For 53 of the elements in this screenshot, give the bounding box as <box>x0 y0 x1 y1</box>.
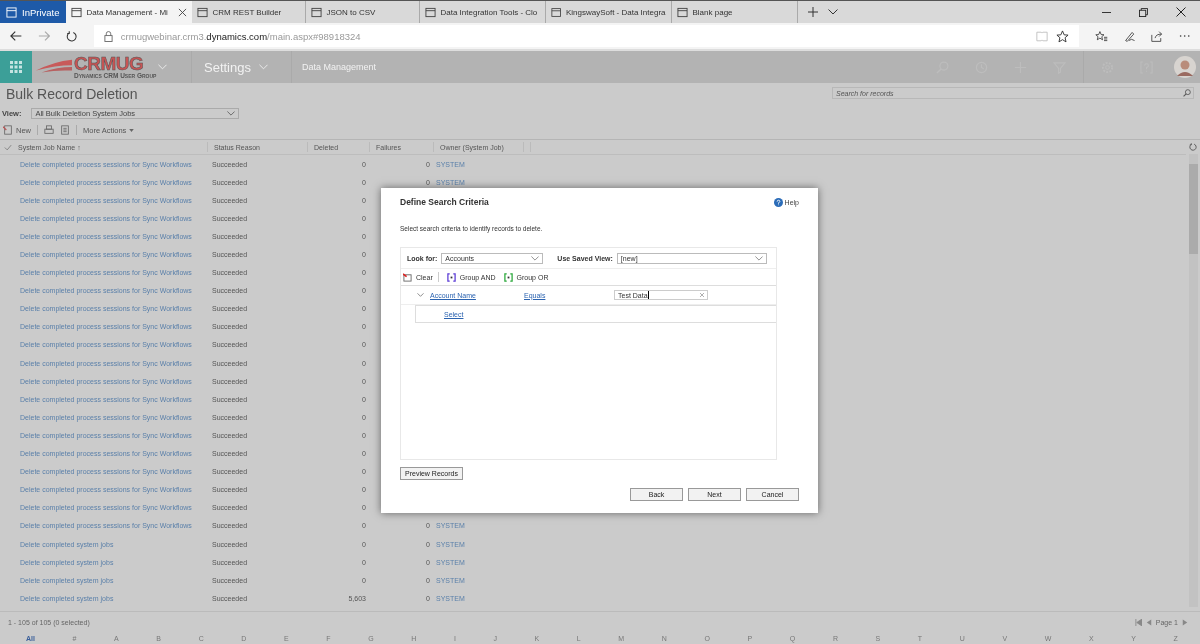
page-icon <box>676 6 688 18</box>
page-title: Bulk Record Deletion <box>6 86 138 102</box>
logo-wordmark: CRMUG <box>74 54 144 74</box>
breadcrumb[interactable]: Data Management <box>292 62 387 72</box>
share-icon[interactable] <box>1151 29 1163 43</box>
chevron-down-icon <box>754 255 763 261</box>
previous-page-icon[interactable] <box>1145 618 1152 626</box>
chevron-down-icon <box>259 64 268 70</box>
bracket-icon <box>503 272 513 282</box>
pen-icon[interactable] <box>1123 29 1136 43</box>
select-all-checkmark-icon[interactable] <box>4 143 12 151</box>
print-icon[interactable] <box>44 125 54 135</box>
chevron-down-icon[interactable] <box>827 9 838 15</box>
new-tab-icon[interactable] <box>807 7 818 17</box>
restore-icon[interactable] <box>1139 7 1148 17</box>
avatar[interactable] <box>1174 56 1196 78</box>
reading-view-icon[interactable] <box>1035 30 1048 42</box>
area-menu[interactable]: Settings <box>192 51 292 83</box>
page-icon <box>70 6 82 18</box>
new-record-icon <box>3 125 13 135</box>
caret-icon <box>129 128 135 132</box>
back-arrow-icon[interactable] <box>10 30 23 42</box>
refresh-icon[interactable] <box>66 29 78 43</box>
bracket-icon <box>446 272 456 282</box>
report-icon[interactable] <box>60 125 70 135</box>
scrollbar[interactable] <box>1188 154 1198 607</box>
star-icon[interactable] <box>1055 29 1069 43</box>
browser-window-icon <box>6 6 17 18</box>
chevron-down-icon <box>531 255 540 261</box>
close-icon[interactable] <box>177 7 187 17</box>
close-icon[interactable] <box>1176 7 1186 17</box>
scrollbar-thumb[interactable] <box>1188 164 1198 254</box>
next-page-icon[interactable] <box>1182 618 1188 626</box>
address-field[interactable]: crmugwebinar.crm3.dynamics.com/main.aspx#98918324 <box>93 25 1079 47</box>
page-icon <box>196 6 208 18</box>
clear-icon <box>403 272 412 282</box>
grid-icon <box>10 61 22 73</box>
lock-icon <box>103 30 113 42</box>
search-icon[interactable] <box>1183 89 1191 97</box>
more-icon[interactable] <box>1178 34 1190 38</box>
page-icon <box>424 6 436 18</box>
page-icon <box>550 6 561 18</box>
inprivate-label: InPrivate <box>22 6 60 18</box>
page-icon <box>310 6 322 18</box>
first-page-icon[interactable] <box>1134 618 1142 626</box>
app-launcher-button[interactable] <box>0 51 32 83</box>
clear-icon[interactable] <box>700 293 704 297</box>
favorites-icon[interactable] <box>1094 29 1108 43</box>
chevron-down-icon <box>227 110 236 116</box>
help-icon[interactable] <box>773 197 783 207</box>
browser-tab[interactable]: Data Management - Mi <box>65 1 192 23</box>
dialog-title: Define Search Criteria <box>400 197 489 207</box>
forward-arrow-icon[interactable] <box>38 30 51 42</box>
